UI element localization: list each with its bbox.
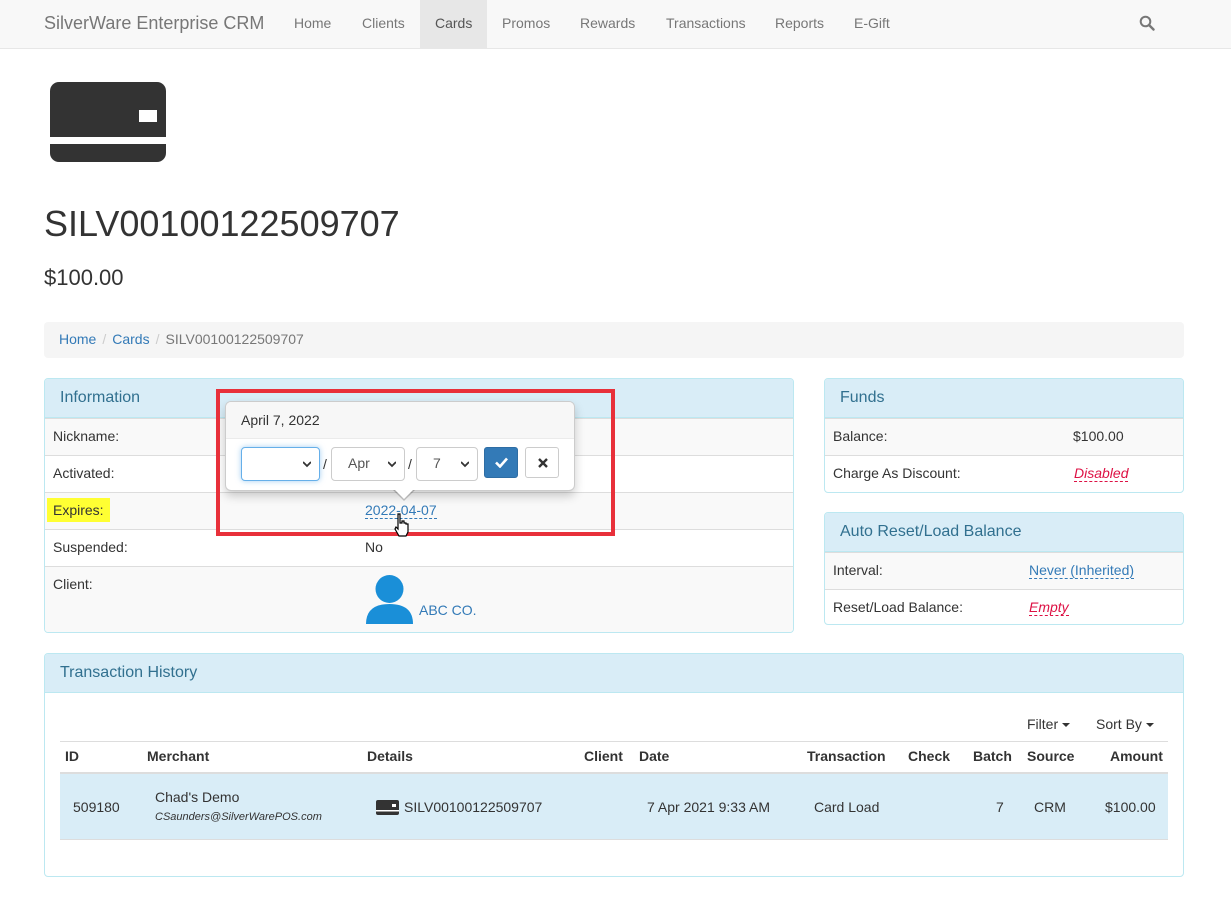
row-merchant: Chad's Demo	[155, 789, 240, 805]
breadcrumb-current: SILV00100122509707	[165, 331, 304, 347]
col-transaction[interactable]: Transaction	[807, 748, 886, 764]
row-source: CRM	[1034, 799, 1066, 815]
credit-card-icon	[50, 82, 166, 162]
reset-row: Reset/Load Balance: Empty	[825, 589, 1183, 624]
client-label: Client:	[53, 576, 93, 592]
col-amount[interactable]: Amount	[1110, 748, 1163, 764]
balance-value: $100.00	[1073, 428, 1124, 444]
nav-promos[interactable]: Promos	[487, 0, 565, 48]
col-client[interactable]: Client	[584, 748, 623, 764]
col-id[interactable]: ID	[65, 748, 79, 764]
col-batch[interactable]: Batch	[973, 748, 1012, 764]
row-details: SILV00100122509707	[404, 799, 543, 815]
nav-cards[interactable]: Cards	[420, 0, 488, 48]
sort-by-dropdown[interactable]: Sort By	[1096, 716, 1154, 732]
reset-balance-link[interactable]: Empty	[1029, 599, 1069, 616]
funds-panel: Funds Balance: $100.00 Charge As Discoun…	[824, 378, 1184, 493]
expires-label: Expires:	[47, 498, 110, 522]
col-details[interactable]: Details	[367, 748, 413, 764]
interval-row: Interval: Never (Inherited)	[825, 552, 1183, 589]
breadcrumb-home[interactable]: Home	[59, 331, 96, 347]
transaction-history-panel: Transaction History	[44, 653, 1184, 877]
hand-cursor-icon	[394, 513, 409, 537]
top-navbar: SilverWare Enterprise CRM Home Clients C…	[0, 0, 1231, 49]
discount-row: Charge As Discount: Disabled	[825, 455, 1183, 492]
annotation-highlight-box	[216, 389, 615, 536]
breadcrumb-separator: /	[155, 331, 160, 347]
sort-by-label: Sort By	[1096, 716, 1142, 732]
table-top-divider	[60, 741, 1168, 742]
row-amount: $100.00	[1105, 799, 1156, 815]
row-transaction: Card Load	[814, 799, 880, 815]
auto-reset-panel: Auto Reset/Load Balance Interval: Never …	[824, 512, 1184, 625]
card-icon	[376, 800, 399, 815]
nav-reports[interactable]: Reports	[760, 0, 839, 48]
nav-transactions[interactable]: Transactions	[651, 0, 761, 48]
card-balance: $100.00	[44, 265, 124, 290]
row-date: 7 Apr 2021 9:33 AM	[647, 799, 770, 815]
transaction-history-heading: Transaction History	[45, 654, 1183, 693]
col-merchant[interactable]: Merchant	[147, 748, 209, 764]
funds-heading: Funds	[825, 379, 1183, 418]
nickname-label: Nickname:	[53, 428, 120, 444]
activated-label: Activated:	[53, 465, 115, 481]
balance-label: Balance:	[833, 428, 888, 444]
auto-reset-heading: Auto Reset/Load Balance	[825, 513, 1183, 552]
nav-rewards[interactable]: Rewards	[565, 0, 650, 48]
col-source[interactable]: Source	[1027, 748, 1074, 764]
breadcrumb-cards[interactable]: Cards	[112, 331, 149, 347]
col-check[interactable]: Check	[908, 748, 950, 764]
client-link[interactable]: ABC CO.	[419, 602, 477, 618]
breadcrumb: Home / Cards / SILV00100122509707	[44, 322, 1184, 358]
row-batch: 7	[996, 799, 1004, 815]
user-avatar-icon	[366, 575, 413, 624]
client-row: Client: ABC CO.	[45, 566, 793, 632]
breadcrumb-separator: /	[102, 331, 107, 347]
col-date[interactable]: Date	[639, 748, 669, 764]
reset-label: Reset/Load Balance:	[833, 599, 963, 615]
nav-egift[interactable]: E-Gift	[839, 0, 905, 48]
balance-row: Balance: $100.00	[825, 418, 1183, 455]
nav-clients[interactable]: Clients	[347, 0, 420, 48]
discount-label: Charge As Discount:	[833, 465, 961, 481]
discount-toggle-link[interactable]: Disabled	[1074, 465, 1129, 482]
caret-down-icon	[1062, 723, 1071, 728]
suspended-label: Suspended:	[53, 539, 128, 555]
interval-label: Interval:	[833, 562, 883, 578]
nav-home[interactable]: Home	[279, 0, 346, 48]
brand-link[interactable]: SilverWare Enterprise CRM	[44, 13, 264, 34]
filter-label: Filter	[1027, 716, 1059, 732]
row-merchant-email: CSaunders@SilverWarePOS.com	[155, 811, 322, 823]
interval-link[interactable]: Never (Inherited)	[1029, 562, 1135, 579]
caret-down-icon	[1145, 723, 1154, 728]
suspended-value: No	[365, 539, 383, 555]
search-icon[interactable]	[1139, 15, 1155, 31]
page-title: SILV00100122509707	[44, 203, 400, 244]
filter-dropdown[interactable]: Filter	[1027, 716, 1071, 732]
row-id: 509180	[73, 799, 120, 815]
